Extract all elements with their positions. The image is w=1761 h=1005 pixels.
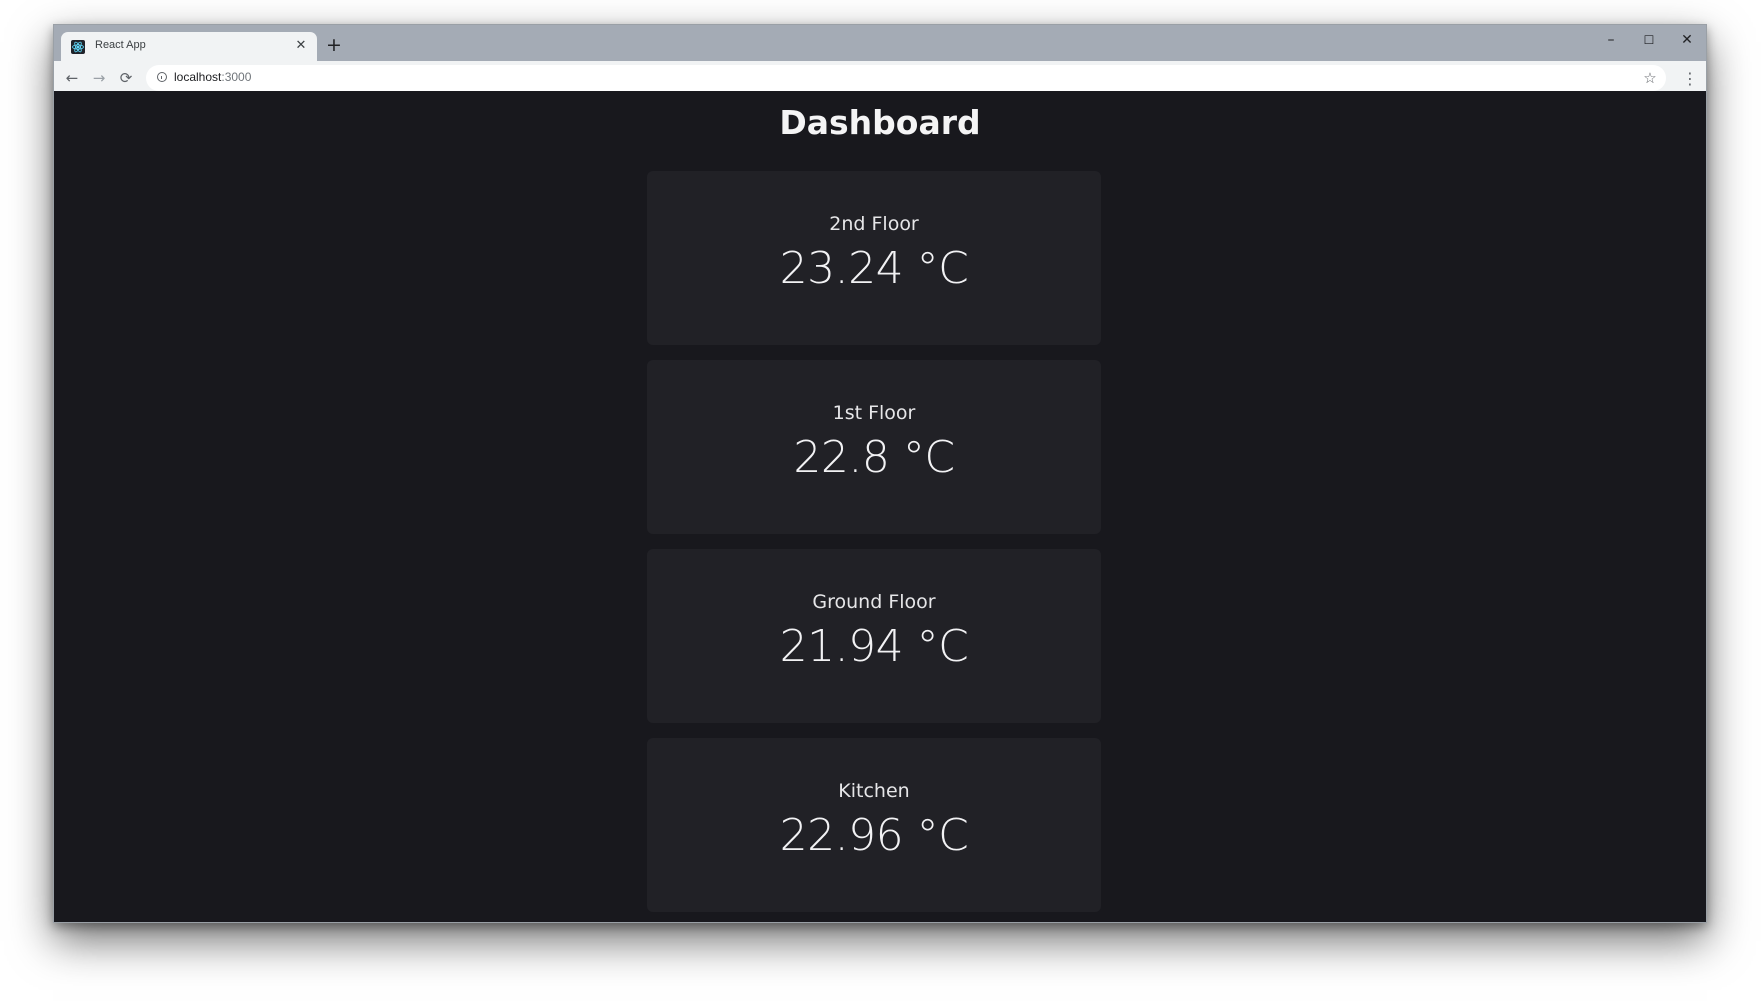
- sensor-card: 2nd Floor 23.24 °C: [647, 171, 1101, 345]
- address-bar[interactable]: localhost:3000 ☆: [146, 65, 1666, 91]
- url-text[interactable]: localhost:3000: [174, 70, 251, 84]
- window-close-icon[interactable]: ✕: [1672, 29, 1702, 51]
- tab-react-app[interactable]: React App ✕: [61, 32, 317, 61]
- tab-close-icon[interactable]: ✕: [293, 38, 309, 54]
- forward-arrow-icon[interactable]: →: [88, 67, 110, 89]
- bookmark-star-icon[interactable]: ☆: [1640, 68, 1660, 88]
- page-title: Dashboard: [779, 103, 981, 142]
- new-tab-button[interactable]: +: [324, 35, 344, 55]
- card-label: Kitchen: [838, 780, 910, 802]
- temperature-value: 23.24 °C: [779, 243, 969, 294]
- temperature-value: 22.8 °C: [793, 432, 955, 483]
- minimize-icon[interactable]: –: [1596, 29, 1626, 51]
- tab-strip: React App ✕ + – ☐ ✕: [54, 25, 1706, 61]
- url-port: :3000: [221, 70, 252, 84]
- sensor-card-list: 2nd Floor 23.24 °C 1st Floor 22.8 °C Gro…: [647, 171, 1101, 922]
- temperature-value: 21.94 °C: [779, 621, 969, 672]
- site-info-icon[interactable]: [157, 72, 167, 82]
- browser-menu-icon[interactable]: ⋮: [1682, 68, 1698, 90]
- back-arrow-icon[interactable]: ←: [61, 67, 83, 89]
- card-label: 2nd Floor: [829, 213, 919, 235]
- card-label: 1st Floor: [832, 402, 916, 424]
- reload-icon[interactable]: ⟳: [115, 67, 137, 89]
- sensor-card: Ground Floor 21.94 °C: [647, 549, 1101, 723]
- card-label: Ground Floor: [812, 591, 936, 613]
- browser-window: React App ✕ + – ☐ ✕ ← → ⟳ localhost:3000…: [53, 24, 1707, 923]
- sensor-card: 1st Floor 22.8 °C: [647, 360, 1101, 534]
- react-logo-icon: [71, 40, 85, 54]
- url-host: localhost: [174, 70, 222, 84]
- maximize-icon[interactable]: ☐: [1634, 29, 1664, 51]
- temperature-value: 22.96 °C: [779, 810, 969, 861]
- sensor-card: Kitchen 22.96 °C: [647, 738, 1101, 912]
- tab-title: React App: [95, 39, 146, 51]
- page-content: Dashboard 2nd Floor 23.24 °C 1st Floor 2…: [54, 91, 1706, 922]
